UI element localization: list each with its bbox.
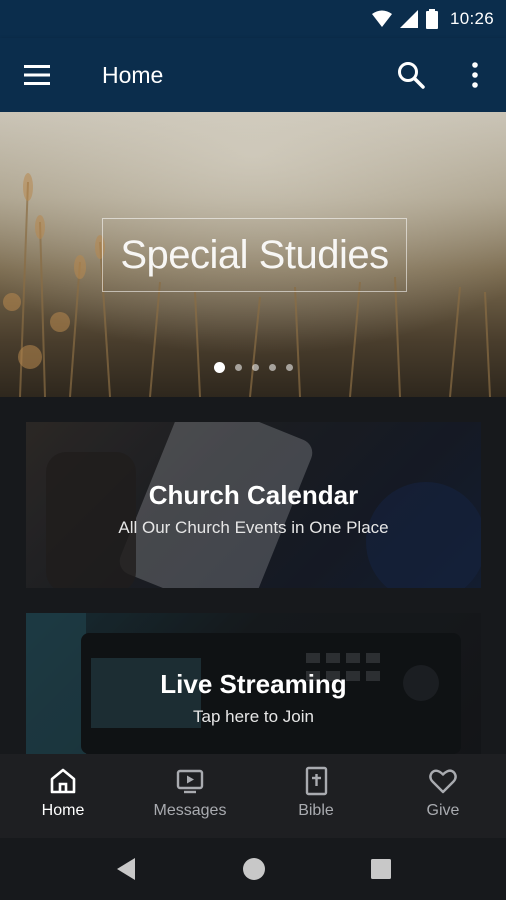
bottom-navigation: Home Messages Bible Give <box>0 754 506 838</box>
church-calendar-card[interactable]: Church Calendar All Our Church Events in… <box>26 422 481 588</box>
nav-item-messages[interactable]: Messages <box>135 766 245 820</box>
app-bar: Home <box>0 38 506 112</box>
status-icons: 10:26 <box>371 8 494 30</box>
more-vert-icon[interactable] <box>464 60 486 90</box>
page-title: Home <box>102 62 164 88</box>
recents-icon[interactable] <box>368 856 394 882</box>
nav-item-bible[interactable]: Bible <box>261 766 371 820</box>
card-subtitle: Tap here to Join <box>193 707 314 726</box>
search-icon[interactable] <box>396 60 426 90</box>
card-title: Church Calendar <box>148 480 359 510</box>
carousel-dot[interactable] <box>213 362 225 373</box>
carousel-indicator <box>0 362 506 373</box>
nav-label: Bible <box>298 802 334 819</box>
status-bar: 10:26 <box>0 0 506 38</box>
nav-label: Messages <box>153 802 227 819</box>
hero-title-frame: Special Studies <box>102 218 407 292</box>
nav-label: Home <box>41 802 85 819</box>
card-title: Live Streaming <box>160 669 347 699</box>
nav-item-give[interactable]: Give <box>388 766 498 820</box>
carousel-dot[interactable] <box>285 364 293 371</box>
battery-icon <box>425 9 438 29</box>
hero-title: Special Studies <box>120 232 389 277</box>
heart-icon <box>429 769 457 794</box>
card-subtitle: All Our Church Events in One Place <box>118 518 389 537</box>
nav-item-home[interactable]: Home <box>8 766 118 820</box>
hero-carousel[interactable]: Special Studies <box>0 112 506 397</box>
nav-label: Give <box>426 802 460 819</box>
carousel-dot[interactable] <box>268 364 276 371</box>
home-icon <box>50 768 76 794</box>
wifi-icon <box>371 10 392 27</box>
clock: 10:26 <box>449 9 494 28</box>
menu-icon[interactable] <box>22 62 52 88</box>
carousel-dot[interactable] <box>234 364 242 371</box>
home-circle-icon[interactable] <box>241 856 267 882</box>
back-icon[interactable] <box>113 856 139 882</box>
carousel-dot[interactable] <box>251 364 259 371</box>
bible-icon <box>305 766 328 796</box>
system-navigation-bar <box>0 838 506 900</box>
live-streaming-card[interactable]: Live Streaming Tap here to Join <box>26 613 481 754</box>
video-icon <box>176 769 204 794</box>
signal-icon <box>399 10 418 28</box>
